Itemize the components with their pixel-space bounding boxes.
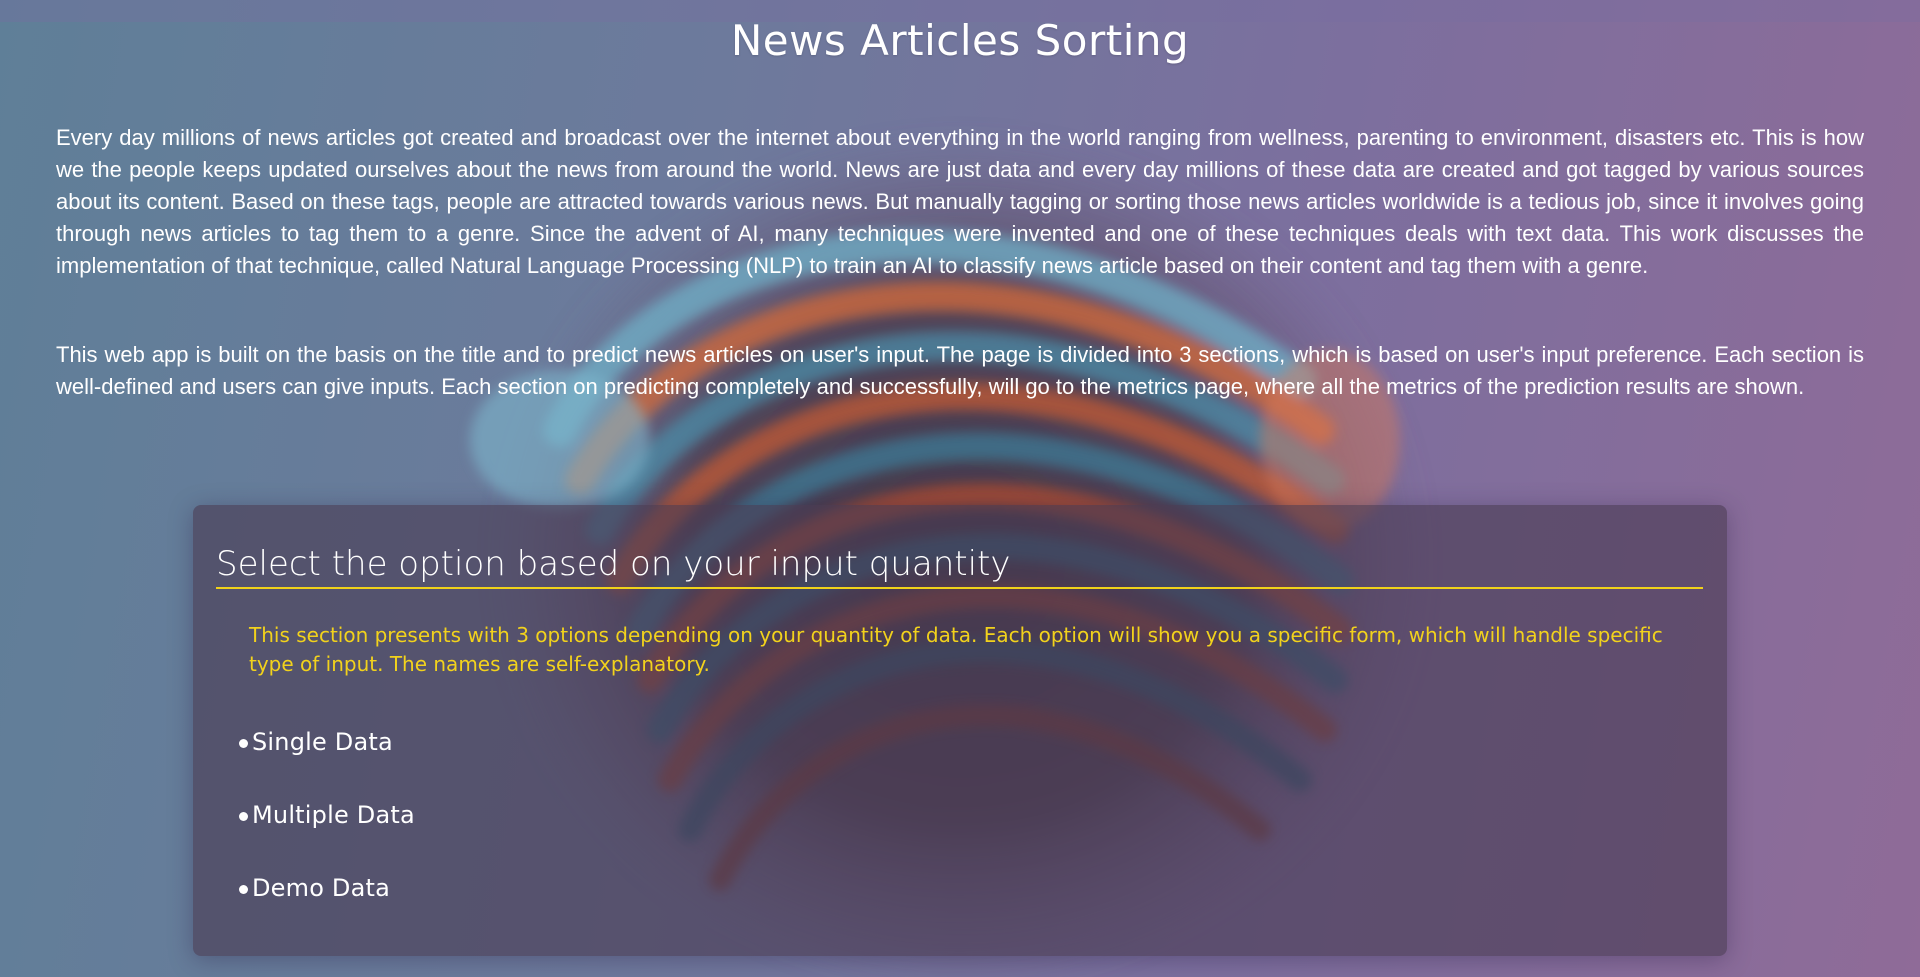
option-label[interactable]: Demo Data xyxy=(252,874,390,902)
page-title: News Articles Sorting xyxy=(730,16,1190,65)
panel-description: This section presents with 3 options dep… xyxy=(249,623,1663,676)
panel-heading: Select the option based on your input qu… xyxy=(216,543,1703,589)
option-single-data[interactable]: Single Data xyxy=(239,705,415,778)
option-list: Single Data Multiple Data Demo Data xyxy=(239,705,415,924)
intro-paragraph: Every day millions of news articles got … xyxy=(56,125,1864,278)
option-label[interactable]: Multiple Data xyxy=(252,801,415,829)
bullet-icon xyxy=(239,811,248,821)
bullet-icon xyxy=(239,738,248,748)
option-demo-data[interactable]: Demo Data xyxy=(239,851,415,924)
option-label[interactable]: Single Data xyxy=(252,728,393,756)
input-quantity-panel: Select the option based on your input qu… xyxy=(193,505,1727,956)
intro-paragraph: This web app is built on the basis on th… xyxy=(56,342,1864,399)
option-multiple-data[interactable]: Multiple Data xyxy=(239,778,415,851)
bullet-icon xyxy=(239,884,248,894)
